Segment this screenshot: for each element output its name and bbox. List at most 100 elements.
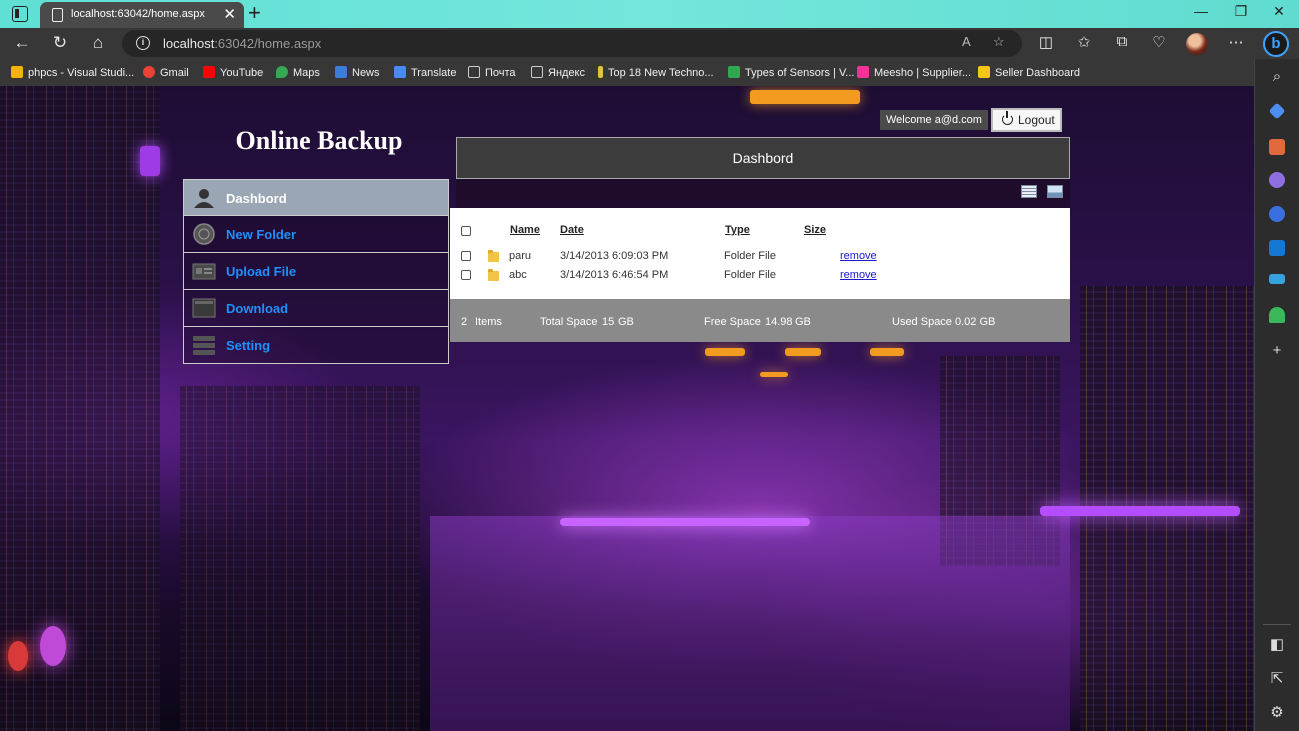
- copilot-icon[interactable]: b: [1263, 31, 1289, 57]
- collections-icon[interactable]: ⧉: [1111, 33, 1133, 50]
- edge-sidebar: ⌕ + ◧ ⇱ ⚙: [1254, 59, 1299, 731]
- split-screen-icon[interactable]: ◫: [1035, 33, 1057, 51]
- column-header-date[interactable]: Date: [560, 224, 584, 236]
- read-aloud-icon[interactable]: A: [962, 34, 971, 49]
- side-menu: Dashbord New Folder Upload File Download…: [183, 179, 449, 364]
- page-icon: [531, 66, 543, 78]
- led-glow: [8, 641, 28, 671]
- thumbnail-view-icon[interactable]: [1047, 185, 1063, 198]
- site-info-icon[interactable]: i: [136, 36, 150, 50]
- welcome-label: Welcome a@d.com: [880, 110, 988, 130]
- tools-icon[interactable]: [1269, 139, 1285, 155]
- server-rack-left-inner: [180, 386, 420, 731]
- url-text[interactable]: localhost:63042/home.aspx: [163, 36, 321, 51]
- minimize-icon[interactable]: —: [1186, 3, 1216, 19]
- menu-item-label: Dashbord: [226, 191, 287, 206]
- total-space-label: Total Space: [540, 316, 598, 328]
- send-icon[interactable]: [1269, 274, 1285, 284]
- drop-icon[interactable]: [1269, 307, 1285, 323]
- column-header-name[interactable]: Name: [510, 224, 540, 236]
- browser-tab[interactable]: localhost:63042/home.aspx ✕: [40, 2, 244, 28]
- shopping-tag-icon[interactable]: [1268, 102, 1286, 120]
- used-space-label: Used Space: [892, 316, 952, 328]
- outlook-icon[interactable]: [1269, 240, 1285, 256]
- add-icon[interactable]: +: [1267, 342, 1287, 359]
- bookmark-item[interactable]: Яндекс: [531, 66, 585, 79]
- user-icon: [194, 189, 214, 208]
- power-icon: [1002, 111, 1013, 125]
- microsoft-365-icon[interactable]: [1269, 206, 1285, 222]
- bookmark-item[interactable]: Gmail: [143, 66, 189, 79]
- menu-item-dashboard[interactable]: Dashbord: [183, 179, 449, 216]
- column-header-type[interactable]: Type: [725, 224, 750, 236]
- bookmark-item[interactable]: Почта: [468, 66, 516, 79]
- settings-gear-icon[interactable]: ⚙: [1267, 703, 1287, 721]
- light-strip: [560, 518, 810, 526]
- item-count: 2: [461, 316, 468, 328]
- tab-actions-icon[interactable]: [12, 6, 28, 22]
- page-icon: [468, 66, 480, 78]
- logout-button[interactable]: Logout: [991, 108, 1062, 132]
- search-icon[interactable]: ⌕: [1267, 68, 1287, 85]
- folder-seal-icon: [193, 223, 215, 245]
- folder-icon: [488, 250, 499, 262]
- view-toggle-bar: [456, 179, 1070, 208]
- free-space-value: 14.98: [765, 316, 793, 328]
- file-list: Name Date Type Size paru 3/14/2013 6:09:…: [450, 208, 1070, 299]
- profile-avatar[interactable]: [1186, 33, 1208, 55]
- bookmark-item[interactable]: Meesho | Supplier...: [857, 66, 971, 79]
- tab-strip: localhost:63042/home.aspx ✕ + — ❐ ✕: [0, 0, 1299, 28]
- news-icon: [335, 66, 347, 78]
- list-view-icon[interactable]: [1021, 185, 1037, 198]
- back-icon[interactable]: ←: [10, 32, 34, 54]
- settings-icon: [193, 336, 215, 355]
- home-icon[interactable]: ⌂: [86, 32, 110, 54]
- windows-icon: [11, 66, 23, 78]
- more-menu-icon[interactable]: ⋯: [1225, 33, 1247, 51]
- file-date: 3/14/2013 6:09:03 PM: [560, 250, 669, 262]
- new-tab-button[interactable]: +: [248, 1, 261, 25]
- favorites-icon[interactable]: ✩: [1073, 33, 1095, 51]
- open-external-icon[interactable]: ⇱: [1267, 669, 1287, 687]
- close-window-icon[interactable]: ✕: [1264, 3, 1294, 20]
- column-header-size[interactable]: Size: [804, 224, 826, 236]
- address-bar[interactable]: i localhost:63042/home.aspx A ☆: [122, 30, 1022, 57]
- row-checkbox[interactable]: [461, 251, 471, 261]
- close-tab-icon[interactable]: ✕: [223, 5, 236, 23]
- menu-item-label: New Folder: [226, 227, 297, 242]
- menu-item-download[interactable]: Download: [183, 290, 449, 327]
- ceiling-light: [785, 348, 821, 356]
- restore-icon[interactable]: ❐: [1226, 3, 1256, 20]
- ceiling-light: [870, 348, 904, 356]
- bookmark-item[interactable]: Seller Dashboard: [978, 66, 1080, 79]
- light-strip: [1040, 506, 1240, 516]
- total-space-value: 15: [602, 316, 615, 328]
- menu-item-upload-file[interactable]: Upload File: [183, 253, 449, 290]
- select-all-checkbox[interactable]: [461, 226, 471, 236]
- menu-item-setting[interactable]: Setting: [183, 327, 449, 364]
- row-checkbox[interactable]: [461, 270, 471, 280]
- favorite-star-icon[interactable]: ☆: [993, 34, 1005, 50]
- bookmark-item[interactable]: News: [335, 66, 380, 79]
- file-date: 3/14/2013 6:46:54 PM: [560, 269, 669, 281]
- hide-sidebar-icon[interactable]: ◧: [1267, 635, 1287, 653]
- bookmark-item[interactable]: Maps: [276, 66, 320, 79]
- bookmark-item[interactable]: Types of Sensors | V...: [728, 66, 854, 79]
- remove-link[interactable]: remove: [840, 269, 877, 281]
- menu-item-new-folder[interactable]: New Folder: [183, 216, 449, 253]
- games-icon[interactable]: [1269, 172, 1285, 188]
- bookmark-item[interactable]: Top 18 New Techno...: [598, 66, 714, 79]
- refresh-icon[interactable]: ↻: [48, 32, 72, 54]
- remove-link[interactable]: remove: [840, 250, 877, 262]
- file-name[interactable]: paru: [509, 250, 531, 262]
- maps-icon: [276, 66, 288, 78]
- dashboard-icon: [978, 66, 990, 78]
- browser-essentials-icon[interactable]: ♡: [1148, 33, 1170, 51]
- bookmark-icon: [728, 66, 740, 78]
- floor-reflection: [430, 516, 1070, 731]
- bookmark-item[interactable]: Translate: [394, 66, 456, 79]
- menu-item-label: Download: [226, 301, 289, 316]
- bookmark-item[interactable]: YouTube: [203, 66, 263, 79]
- bookmark-item[interactable]: phpcs - Visual Studi...: [11, 66, 134, 79]
- file-name[interactable]: abc: [509, 269, 527, 281]
